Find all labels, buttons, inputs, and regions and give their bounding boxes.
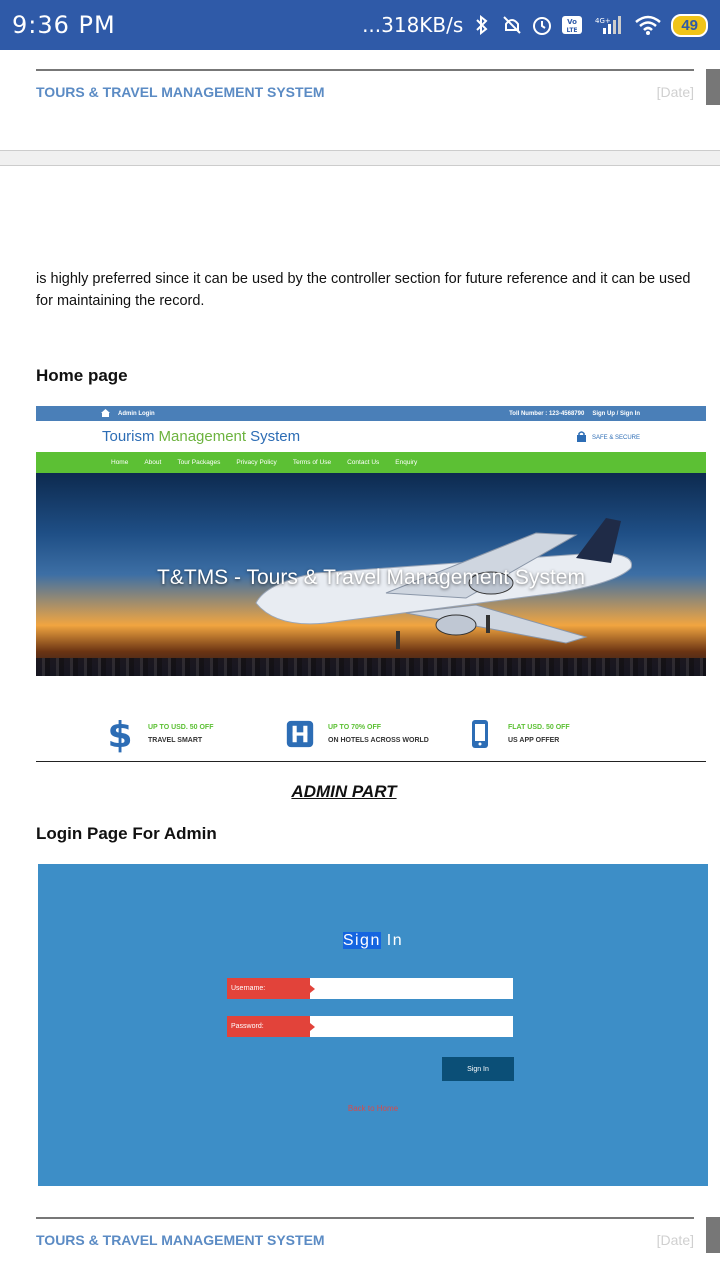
home-page-heading: Home page <box>36 366 128 385</box>
offer-item: UP TO 70% OFF ON HOTELS ACROSS WORLD <box>286 706 466 762</box>
offer-line1: FLAT USD. 50 OFF <box>508 724 570 731</box>
password-field <box>310 1016 513 1037</box>
username-field <box>310 978 513 999</box>
section-rule <box>36 761 706 762</box>
dollar-icon: $ <box>106 715 134 753</box>
header-title: TOURS & TRAVEL MANAGEMENT SYSTEM <box>36 84 325 100</box>
hero-caption: T&TMS - Tours & Travel Management System <box>157 566 585 589</box>
admin-login-link: Admin Login <box>118 410 155 417</box>
svg-text:$: $ <box>108 715 132 753</box>
margin-marker <box>706 1217 720 1253</box>
status-time: 9:36 PM <box>12 11 116 39</box>
back-to-home-link: Back to Home <box>347 1104 399 1113</box>
nav-about: About <box>144 459 162 466</box>
svg-text:4G+: 4G+ <box>595 17 611 25</box>
sign-in-title: Sign In <box>38 932 708 950</box>
mute-icon <box>501 14 523 36</box>
password-row: Password: <box>227 1016 513 1037</box>
brand-part3: System <box>250 428 301 445</box>
svg-text:Vo: Vo <box>567 18 577 26</box>
offer-line2: TRAVEL SMART <box>148 737 203 744</box>
offer-line1: UP TO 70% OFF <box>328 724 382 731</box>
nav-enquiry: Enquiry <box>395 459 418 466</box>
lock-icon <box>576 431 586 444</box>
login-page-screenshot: Sign In Username: Password: Sign In Back… <box>38 864 708 1186</box>
alarm-icon <box>531 14 553 36</box>
offers-strip: $ UP TO USD. 50 OFF TRAVEL SMART UP TO 7… <box>36 706 706 762</box>
nav-privacy-policy: Privacy Policy <box>236 459 277 466</box>
svg-text:LTE: LTE <box>567 27 578 34</box>
home-brand-bar: Tourism Management System SAFE & SECURE <box>36 421 706 452</box>
sign-in-button: Sign In <box>442 1057 514 1081</box>
wifi-icon <box>633 14 663 36</box>
brand-part2: Management <box>158 428 247 445</box>
nav-home: Home <box>111 459 129 466</box>
home-nav-bar: Home About Tour Packages Privacy Policy … <box>36 452 706 473</box>
offer-item: FLAT USD. 50 OFF US APP OFFER <box>466 706 646 762</box>
page-header-next: TOURS & TRAVEL MANAGEMENT SYSTEM [Date] <box>36 1217 694 1257</box>
header-date: [Date] <box>656 84 694 100</box>
brand-part1: Tourism <box>102 428 155 445</box>
offer-item: $ UP TO USD. 50 OFF TRAVEL SMART <box>106 706 286 762</box>
net-speed: ...318KB/s <box>362 13 464 37</box>
toll-number: Toll Number : 123-4568790 <box>509 410 585 417</box>
nav-tour-packages: Tour Packages <box>177 459 221 466</box>
sign-in-title-selected: Sign <box>342 932 381 949</box>
login-page-heading: Login Page For Admin <box>36 824 217 843</box>
battery-indicator: 49 <box>671 13 708 37</box>
hotel-icon <box>286 717 314 751</box>
offer-line2: ON HOTELS ACROSS WORLD <box>328 737 429 744</box>
page-break <box>0 150 720 166</box>
username-row: Username: <box>227 978 513 999</box>
home-page-screenshot: Admin Login Toll Number : 123-4568790 Si… <box>36 406 706 762</box>
offer-line1: UP TO USD. 50 OFF <box>148 724 214 731</box>
mobile-icon <box>466 717 494 751</box>
sign-in-title-rest: In <box>380 932 404 949</box>
nav-contact-us: Contact Us <box>347 459 380 466</box>
home-top-bar: Admin Login Toll Number : 123-4568790 Si… <box>36 406 706 421</box>
offer-line2: US APP OFFER <box>508 737 560 744</box>
body-paragraph: is highly preferred since it can be used… <box>36 271 691 309</box>
document-viewer[interactable]: TOURS & TRAVEL MANAGEMENT SYSTEM [Date] … <box>0 50 720 1280</box>
password-label: Password: <box>227 1016 315 1037</box>
bluetooth-icon <box>471 14 493 36</box>
home-icon <box>101 408 110 419</box>
header-title: TOURS & TRAVEL MANAGEMENT SYSTEM <box>36 1232 325 1248</box>
safe-secure-label: SAFE & SECURE <box>591 434 640 441</box>
signup-link: Sign Up / Sign In <box>592 410 640 417</box>
admin-part-heading: ADMIN PART <box>291 782 397 801</box>
nav-terms-of-use: Terms of Use <box>292 459 332 466</box>
city-skyline <box>36 658 706 676</box>
username-label: Username: <box>227 978 315 999</box>
margin-marker <box>706 69 720 105</box>
status-bar: 9:36 PM ...318KB/s Vo LTE 4G+ 49 <box>0 0 720 50</box>
volte-icon: Vo LTE <box>561 14 583 36</box>
page-header: TOURS & TRAVEL MANAGEMENT SYSTEM [Date] <box>36 69 694 109</box>
hero-banner: T&TMS - Tours & Travel Management System <box>36 473 706 676</box>
header-date: [Date] <box>656 1232 694 1248</box>
signal-icon: 4G+ <box>591 14 625 36</box>
